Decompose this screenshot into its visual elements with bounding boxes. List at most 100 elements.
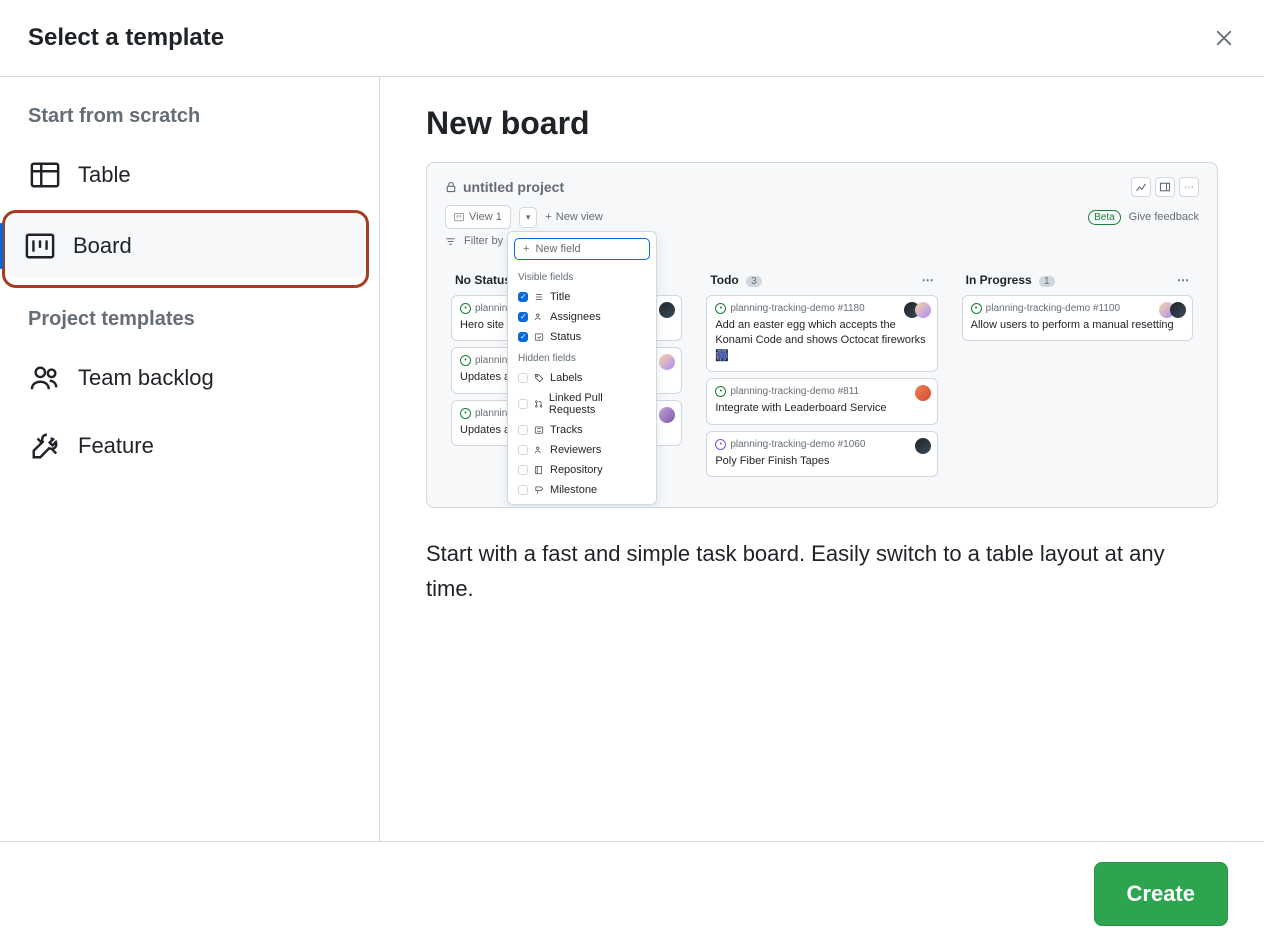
pr-icon	[534, 399, 543, 409]
create-button[interactable]: Create	[1094, 862, 1228, 926]
content-title: New board	[426, 105, 1218, 142]
people-icon	[30, 363, 60, 393]
column-more-button[interactable]: ⋯	[1177, 273, 1189, 287]
filter-label: Filter by	[464, 235, 503, 247]
new-field-button[interactable]: + New field	[514, 238, 650, 260]
template-feature-label: Feature	[78, 433, 154, 459]
checkbox-icon	[518, 445, 528, 455]
checkbox-icon	[518, 399, 528, 409]
avatar	[659, 302, 675, 318]
checkbox-icon	[518, 373, 528, 383]
board-small-icon	[454, 212, 464, 222]
fields-dropdown: + New field Visible fields Title Assigne…	[507, 231, 657, 505]
avatar	[915, 385, 931, 401]
column-count: 1	[1039, 276, 1055, 287]
give-feedback-link[interactable]: Give feedback	[1129, 211, 1199, 223]
list-icon	[534, 292, 544, 302]
scratch-heading: Start from scratch	[12, 105, 367, 144]
issue-open-icon: •	[971, 303, 982, 314]
board-card[interactable]: •planning-tracking-demo #1060 Poly Fiber…	[706, 431, 937, 477]
tools-icon	[30, 431, 60, 461]
content-pane: New board untitled project ⋯	[380, 77, 1264, 841]
template-sidebar: Start from scratch Table Board Project t…	[0, 77, 380, 841]
modal-footer: Create	[0, 841, 1264, 946]
view-tab-dropdown[interactable]: ▾	[519, 207, 538, 228]
table-icon	[30, 160, 60, 190]
field-title[interactable]: Title	[508, 287, 656, 307]
view-tab-label: View 1	[469, 211, 502, 223]
modal-title: Select a template	[28, 24, 224, 52]
column-label: In Progress	[966, 273, 1032, 287]
template-board[interactable]: Board	[7, 215, 364, 277]
panel-button[interactable]	[1155, 177, 1175, 197]
new-view-label: New view	[556, 211, 603, 223]
people-small-icon	[534, 312, 544, 322]
checkbox-icon	[518, 485, 528, 495]
template-description: Start with a fast and simple task board.…	[426, 536, 1218, 606]
new-field-label: New field	[535, 243, 580, 255]
view-tab[interactable]: View 1	[445, 205, 511, 229]
board-card[interactable]: •planning-tracking-demo #1100 Allow user…	[962, 295, 1193, 341]
modal-header: Select a template	[0, 0, 1264, 77]
close-button[interactable]	[1212, 26, 1236, 50]
column-more-button[interactable]: ⋯	[922, 273, 934, 287]
panel-icon	[1159, 181, 1171, 193]
plus-icon: +	[523, 243, 529, 255]
close-icon	[1214, 28, 1234, 48]
issue-merged-icon: •	[715, 439, 726, 450]
checkbox-icon	[518, 312, 528, 322]
select-icon	[534, 332, 544, 342]
filter-icon	[445, 236, 456, 247]
field-linked-prs[interactable]: Linked Pull Requests	[508, 388, 656, 420]
issue-open-icon: •	[460, 355, 471, 366]
column-todo: Todo 3 ⋯ •planning-tracking-demo #1180 A…	[700, 261, 943, 489]
field-repository[interactable]: Repository	[508, 460, 656, 480]
board-card[interactable]: •planning-tracking-demo #1180 Add an eas…	[706, 295, 937, 372]
column-in-progress: In Progress 1 ⋯ •planning-tracking-demo …	[956, 261, 1199, 353]
checkbox-icon	[518, 465, 528, 475]
template-table[interactable]: Table	[12, 144, 367, 206]
visible-fields-label: Visible fields	[508, 266, 656, 287]
avatar-stack	[909, 302, 931, 318]
avatar	[915, 438, 931, 454]
avatar	[659, 354, 675, 370]
field-status[interactable]: Status	[508, 327, 656, 347]
plus-icon: +	[545, 211, 551, 223]
checkbox-icon	[518, 332, 528, 342]
board-icon	[25, 231, 55, 261]
more-button[interactable]: ⋯	[1179, 177, 1199, 197]
avatar-stack	[1164, 302, 1186, 318]
new-view-button[interactable]: + New view	[545, 211, 603, 223]
field-assignees[interactable]: Assignees	[508, 307, 656, 327]
column-label: Todo	[710, 273, 738, 287]
templates-heading: Project templates	[12, 292, 367, 347]
project-name-text: untitled project	[463, 179, 564, 195]
field-tracks[interactable]: Tracks	[508, 420, 656, 440]
field-reviewers[interactable]: Reviewers	[508, 440, 656, 460]
lock-icon	[445, 181, 457, 193]
tag-icon	[534, 373, 544, 383]
field-labels[interactable]: Labels	[508, 368, 656, 388]
checkbox-icon	[518, 425, 528, 435]
tracks-icon	[534, 425, 544, 435]
board-card[interactable]: •planning-tracking-demo #811 Integrate w…	[706, 378, 937, 424]
template-selection-modal: Select a template Start from scratch Tab…	[0, 0, 1264, 946]
people-small-icon	[534, 445, 544, 455]
milestone-icon	[534, 485, 544, 495]
graph-icon	[1135, 181, 1147, 193]
template-team-backlog[interactable]: Team backlog	[12, 347, 367, 409]
hidden-fields-label: Hidden fields	[508, 347, 656, 368]
avatar	[659, 407, 675, 423]
repo-icon	[534, 465, 544, 475]
highlight-ring: Board	[2, 210, 369, 288]
beta-badge: Beta	[1088, 210, 1121, 225]
template-feature[interactable]: Feature	[12, 415, 367, 477]
template-table-label: Table	[78, 162, 131, 188]
checkbox-icon	[518, 292, 528, 302]
issue-open-icon: •	[715, 303, 726, 314]
preview-box: untitled project ⋯ View 1 ▾	[426, 162, 1218, 508]
insights-button[interactable]	[1131, 177, 1151, 197]
field-milestone[interactable]: Milestone	[508, 480, 656, 504]
project-name: untitled project	[445, 179, 564, 195]
issue-open-icon: •	[715, 386, 726, 397]
